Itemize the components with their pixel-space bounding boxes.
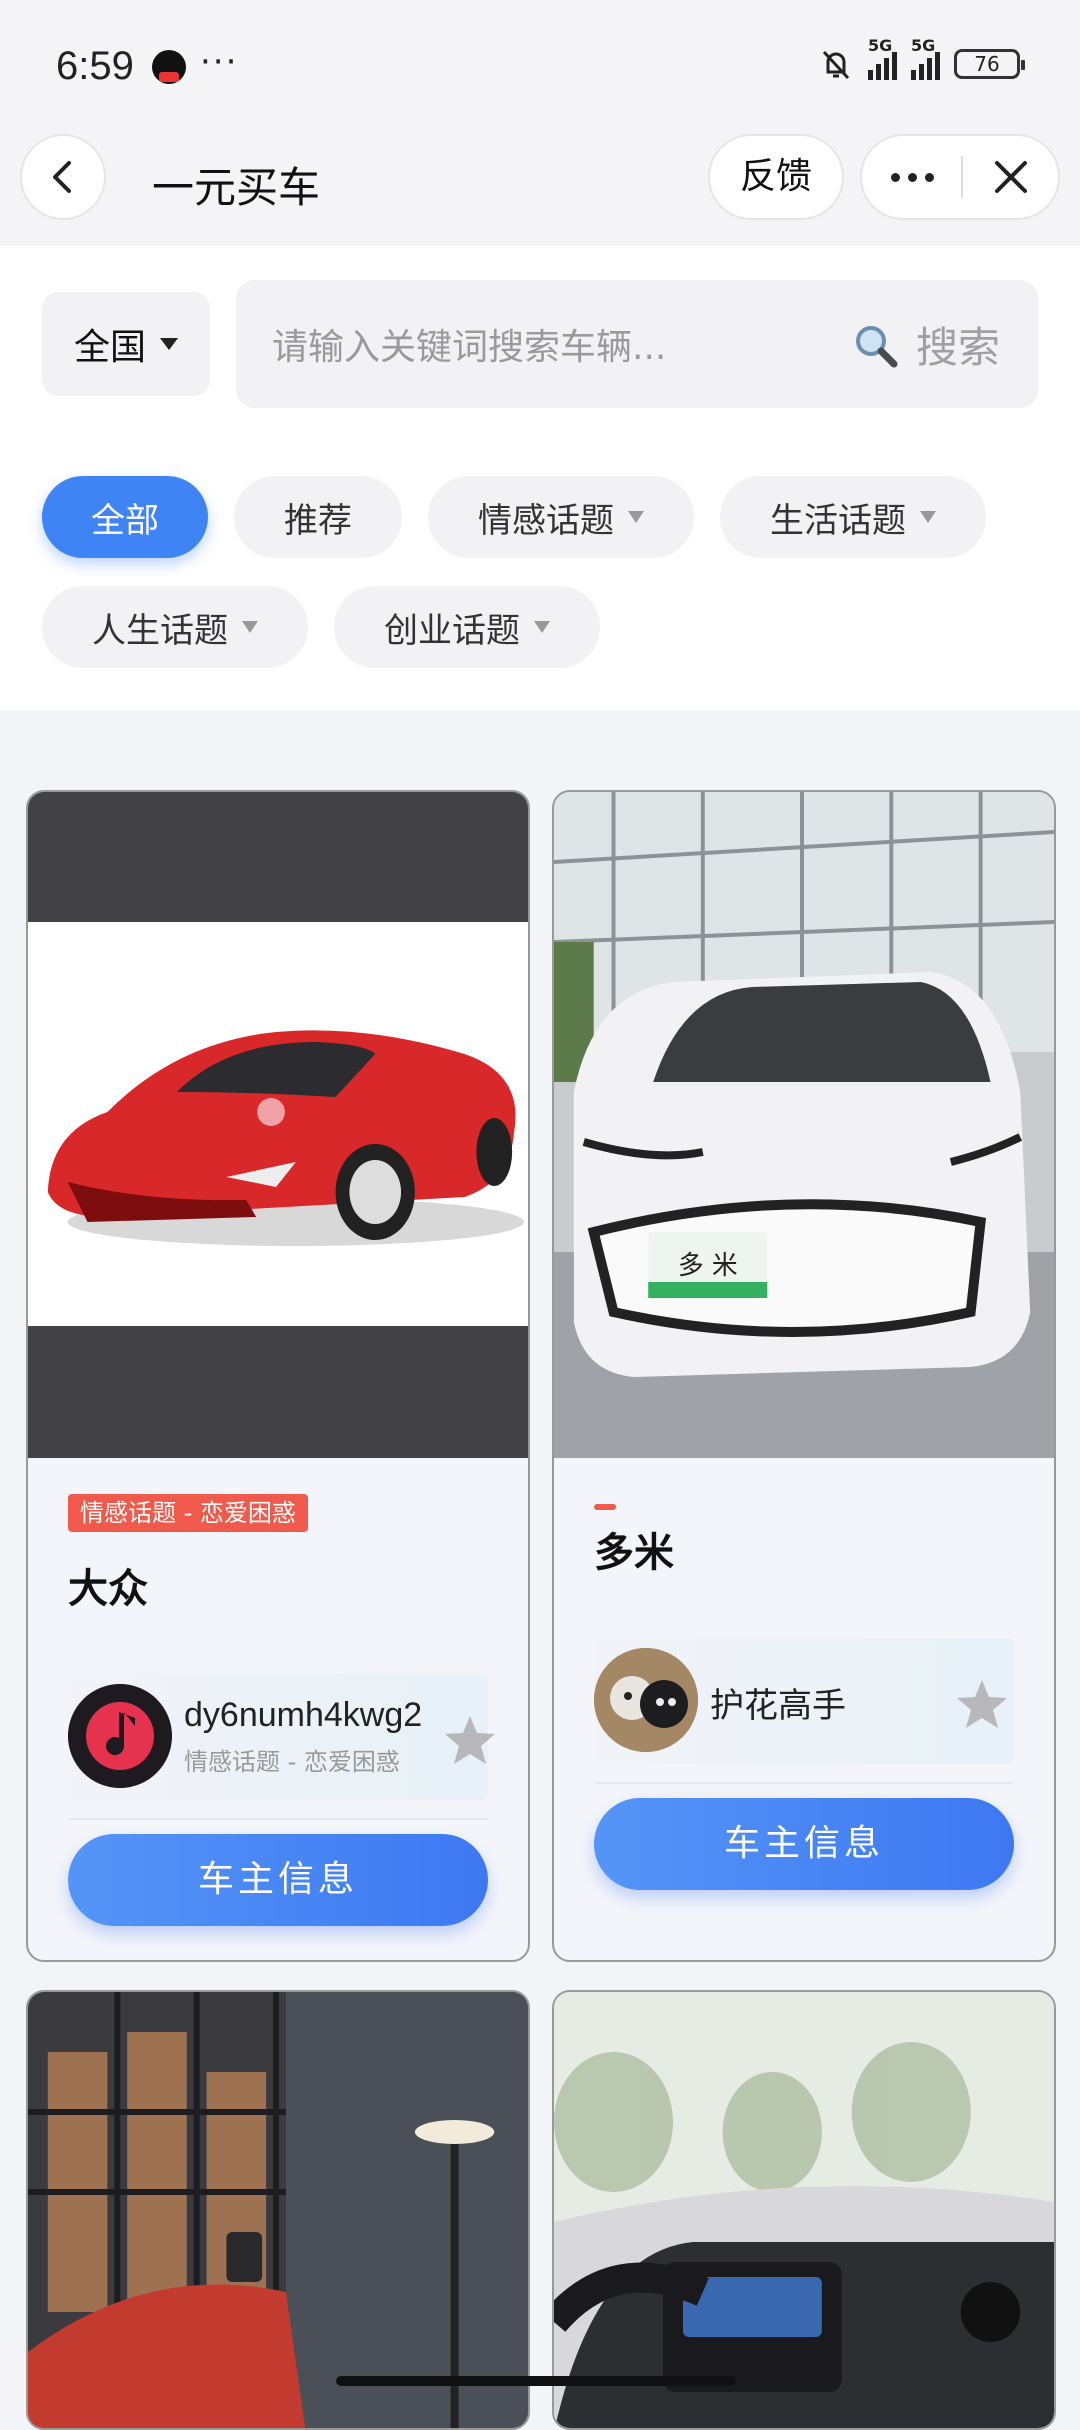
car-card[interactable] — [552, 1990, 1056, 2430]
owner-row[interactable]: 护花高手 — [594, 1638, 1014, 1764]
back-button[interactable] — [20, 134, 106, 220]
close-icon — [995, 161, 1027, 193]
region-select[interactable]: 全国 — [42, 292, 210, 396]
owner-info-button[interactable]: 车主信息 — [68, 1834, 488, 1926]
signal-icon-1: 5G — [868, 36, 897, 80]
car-image — [28, 1992, 528, 2428]
category-tag-marker — [594, 1504, 616, 1510]
more-button[interactable] — [862, 136, 962, 218]
status-time: 6:59 — [56, 44, 134, 88]
search-button[interactable]: 搜索 — [916, 314, 1000, 375]
page-title: 一元买车 — [152, 163, 321, 212]
owner-row[interactable]: dy6numh4kwg2 情感话题 - 恋爱困惑 — [68, 1674, 495, 1800]
caret-down-icon — [920, 511, 936, 523]
filter-chip-startup[interactable]: 创业话题 — [334, 586, 600, 668]
chevron-left-icon — [53, 161, 71, 193]
close-button[interactable] — [962, 136, 1060, 218]
filter-chip-all[interactable]: 全部 — [42, 476, 208, 558]
battery-icon: 76 — [954, 49, 1025, 79]
category-tag: 情感话题 - 恋爱困惑 — [68, 1494, 308, 1532]
car-title: 多米 — [594, 1530, 674, 1576]
owner-info-button[interactable]: 车主信息 — [594, 1798, 1014, 1890]
search-icon — [856, 326, 898, 368]
search-placeholder: 请输入关键词搜索车辆... — [272, 327, 667, 368]
caret-down-icon — [242, 621, 258, 633]
caret-down-icon — [628, 511, 644, 523]
search-input[interactable]: 请输入关键词搜索车辆... 搜索 — [236, 280, 1038, 408]
owner-name: dy6numh4kwg2 — [184, 1696, 423, 1734]
qq-icon — [152, 50, 186, 84]
car-image — [554, 1992, 1054, 2428]
nav-bar: 一元买车 反馈 — [0, 130, 1080, 246]
status-bar: 6:59 ··· 5G 5G 76 — [0, 0, 1080, 130]
car-image — [28, 792, 528, 1458]
home-indicator[interactable] — [336, 2376, 736, 2386]
owner-name: 护花高手 — [710, 1687, 846, 1725]
feedback-button[interactable]: 反馈 — [708, 134, 844, 220]
signal-icon-2: 5G — [911, 36, 940, 80]
filter-chip-emotion[interactable]: 情感话题 — [428, 476, 694, 558]
avatar — [594, 1648, 698, 1752]
filter-chip-life[interactable]: 生活话题 — [720, 476, 986, 558]
car-card[interactable] — [26, 1990, 530, 2430]
mute-bell-icon — [822, 50, 850, 80]
car-card[interactable]: 情感话题 - 恋爱困惑 大众 dy6numh4kwg2 情感话题 - 恋爱困惑 … — [26, 790, 530, 1962]
car-title: 大众 — [68, 1566, 148, 1612]
favorite-star-icon[interactable] — [442, 1712, 498, 1768]
favorite-star-icon[interactable] — [954, 1676, 1010, 1732]
caret-down-icon — [534, 621, 550, 633]
svg-text:多 米: 多 米 — [678, 1251, 738, 1281]
caret-down-icon — [160, 338, 178, 350]
mini-program-capsule — [860, 134, 1060, 220]
filter-chip-recommend[interactable]: 推荐 — [234, 476, 402, 558]
owner-category: 情感话题 - 恋爱困惑 — [184, 1748, 400, 1776]
filter-bar: 全部 推荐 情感话题 生活话题 人生话题 创业话题 — [0, 432, 1080, 710]
region-label: 全国 — [73, 327, 146, 368]
car-card[interactable]: 多 米 多米 护花高手 车主信息 — [552, 790, 1056, 1962]
search-area: 全国 请输入关键词搜索车辆... 搜索 — [0, 246, 1080, 432]
avatar — [68, 1684, 172, 1788]
car-image: 多 米 — [554, 792, 1054, 1458]
more-notifications-icon: ··· — [200, 42, 239, 82]
filter-chip-lifepath[interactable]: 人生话题 — [42, 586, 308, 668]
